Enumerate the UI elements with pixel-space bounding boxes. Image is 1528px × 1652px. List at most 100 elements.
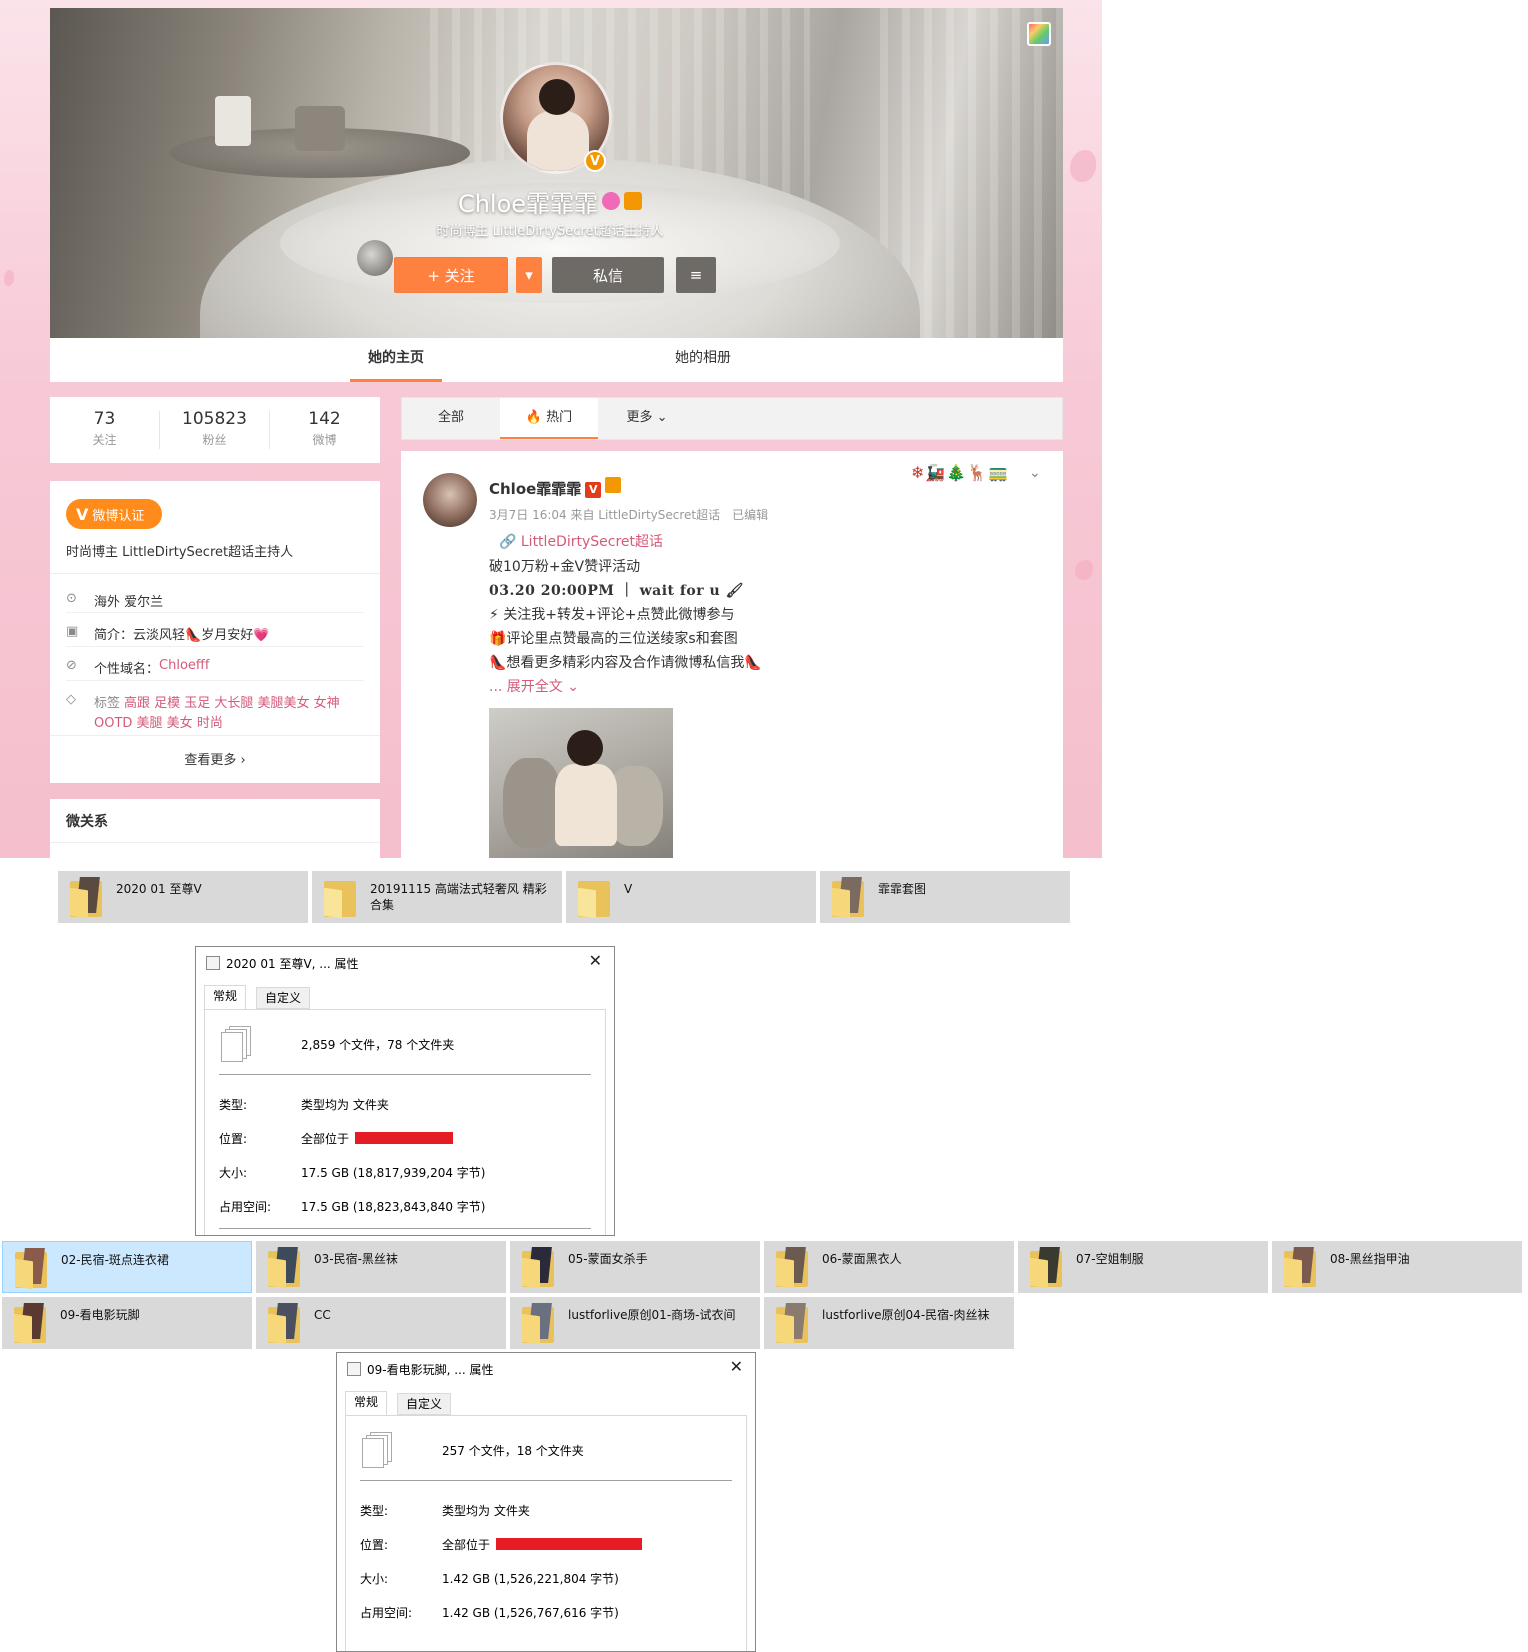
location-value: 海外 爱尔兰: [94, 595, 164, 610]
type-value: 类型均为 文件夹: [442, 1504, 530, 1518]
message-button[interactable]: 私信: [552, 257, 664, 293]
follow-dropdown-button[interactable]: ▾: [516, 257, 542, 293]
folder-item[interactable]: lustforlive原创01-商场-试衣间: [510, 1297, 760, 1349]
nickname-text: Chloe霏霏霏: [457, 190, 599, 218]
see-more-link[interactable]: 查看更多 ›: [50, 749, 380, 768]
size-label: 大小:: [219, 1166, 248, 1180]
tab-custom[interactable]: 自定义: [397, 1393, 452, 1415]
count-value: 105823: [182, 409, 247, 429]
folder-icon: [578, 877, 610, 919]
close-icon[interactable]: ✕: [730, 1357, 743, 1376]
intro-label: 简介：: [94, 628, 134, 643]
post-author-avatar[interactable]: [423, 473, 477, 527]
folder-item[interactable]: 03-民宿-黑丝袜: [256, 1241, 506, 1293]
tags-list[interactable]: OOTD 美腿 美女 时尚: [94, 712, 223, 731]
dialog-title: 2020 01 至尊V, ... 属性: [226, 957, 359, 971]
verified-v-icon: V: [585, 482, 602, 498]
tab-custom[interactable]: 自定义: [256, 987, 311, 1009]
folder-item[interactable]: 08-黑丝指甲油: [1272, 1241, 1522, 1293]
divider: [66, 680, 364, 681]
domain-link[interactable]: Chloefff: [159, 658, 209, 677]
divider: [360, 1480, 732, 1481]
tab-her-album[interactable]: 她的相册: [650, 338, 756, 382]
jar-image: [295, 106, 345, 151]
dialog-tabs: 常规 自定义: [204, 985, 606, 1010]
count-label: 粉丝: [202, 433, 227, 447]
folder-name: lustforlive原创04-民宿-肉丝袜: [822, 1308, 990, 1322]
avatar-figure: [527, 111, 589, 171]
domain-label: 个性域名：: [94, 662, 160, 677]
tag-icon: ◇: [66, 692, 76, 707]
multiple-files-icon: [221, 1026, 253, 1062]
tab-her-home[interactable]: 她的主页: [350, 338, 442, 382]
count-label: 微博: [312, 433, 337, 447]
follow-button[interactable]: + 关注: [394, 257, 508, 293]
files-summary: 257 个文件，18 个文件夹: [442, 1444, 584, 1458]
tags-list[interactable]: 高跟 足模 玉足 大长腿 美腿美女 女神: [124, 692, 340, 711]
post-topic-link[interactable]: 🔗 LittleDirtySecret超话: [499, 531, 663, 551]
folder-icon: [70, 877, 102, 919]
member-icon: [602, 192, 621, 210]
post-author: Chloe霏霏霏 V: [489, 477, 622, 499]
properties-icon: [206, 956, 220, 970]
profile-tabs: 她的主页 她的相册: [50, 338, 1063, 382]
folder-icon: [14, 1303, 46, 1345]
folder-name: CC: [314, 1308, 331, 1322]
location-label: 位置:: [219, 1132, 248, 1146]
tab-hot[interactable]: 🔥 热门: [500, 398, 598, 439]
chevron-down-icon[interactable]: ⌄: [1029, 465, 1041, 481]
christmas-train-decoration: ❄🚂🎄🦌🚃: [911, 463, 1010, 482]
folder-item[interactable]: 07-空姐制服: [1018, 1241, 1268, 1293]
divider: [66, 612, 364, 613]
v-icon: V: [76, 504, 89, 524]
figure-head-image: [567, 730, 603, 766]
menu-icon[interactable]: ≡: [676, 257, 716, 293]
post-text-line: 👠想看更多精彩内容及合作请微博私信我👠: [489, 655, 762, 671]
folder-item[interactable]: 2020 01 至尊V: [58, 871, 308, 923]
folder-name: 2020 01 至尊V: [116, 882, 202, 896]
count-label: 关注: [92, 433, 117, 447]
skin-palette-icon[interactable]: [1027, 22, 1051, 46]
folder-name: lustforlive原创01-商场-试衣间: [568, 1308, 736, 1322]
folder-item[interactable]: V: [566, 871, 816, 923]
folder-item[interactable]: 05-蒙面女杀手: [510, 1241, 760, 1293]
followers-count[interactable]: 105823 粉丝: [160, 409, 269, 448]
avatar-figure-head: [539, 79, 575, 115]
posts-count[interactable]: 142 微博: [270, 409, 379, 448]
folder-icon: [1030, 1247, 1062, 1289]
close-icon[interactable]: ✕: [589, 951, 602, 970]
folder-name: 07-空姐制服: [1076, 1252, 1144, 1266]
post-author-name[interactable]: Chloe霏霏霏: [489, 480, 581, 498]
folder-item[interactable]: CC: [256, 1297, 506, 1349]
profile-description: 时尚博主 LittleDirtySecret超话主持人: [436, 224, 664, 239]
weibo-post: Chloe霏霏霏 V 3月7日 16:04 来自 LittleDirtySecre…: [401, 451, 1063, 858]
folder-item[interactable]: 02-民宿-斑点连衣裙: [2, 1241, 252, 1293]
folder-item[interactable]: 09-看电影玩脚: [2, 1297, 252, 1349]
folder-name: 09-看电影玩脚: [60, 1308, 140, 1322]
folder-item[interactable]: 20191115 高端法式轻奢风 精彩合集: [312, 871, 562, 923]
size-on-disk-label: 占用空间:: [360, 1606, 413, 1620]
divider: [50, 573, 380, 574]
divider: [50, 735, 380, 736]
location-row: ⊙ 海外 爱尔兰: [66, 591, 366, 610]
verified-description: 时尚博主 LittleDirtySecret超话主持人: [66, 545, 294, 560]
expand-full-text-link[interactable]: ... 展开全文 ⌄: [489, 676, 579, 696]
weibo-verified-badge[interactable]: V 微博认证: [66, 499, 162, 529]
size-label: 大小:: [360, 1572, 389, 1586]
following-count[interactable]: 73 关注: [50, 409, 159, 448]
folder-name: 06-蒙面黑衣人: [822, 1252, 902, 1266]
tab-all[interactable]: 全部: [402, 398, 500, 439]
folder-item[interactable]: 06-蒙面黑衣人: [764, 1241, 1014, 1293]
tab-more[interactable]: 更多 ⌄: [598, 398, 696, 439]
folder-item[interactable]: lustforlive原创04-民宿-肉丝袜: [764, 1297, 1014, 1349]
profile-nickname: Chloe霏霏霏: [350, 184, 750, 219]
jar-image: [215, 96, 251, 146]
pillow-image: [503, 758, 561, 848]
properties-dialog: 2020 01 至尊V, ... 属性 ✕ 常规 自定义 2,859 个文件，7…: [195, 946, 615, 1236]
tab-general[interactable]: 常规: [204, 985, 247, 1010]
tab-general[interactable]: 常规: [345, 1391, 388, 1416]
folder-item[interactable]: 霏霏套图: [820, 871, 1070, 923]
post-image[interactable]: [489, 708, 673, 858]
redaction-bar: [355, 1132, 454, 1144]
size-value: 1.42 GB (1,526,221,804 字节): [442, 1572, 619, 1586]
